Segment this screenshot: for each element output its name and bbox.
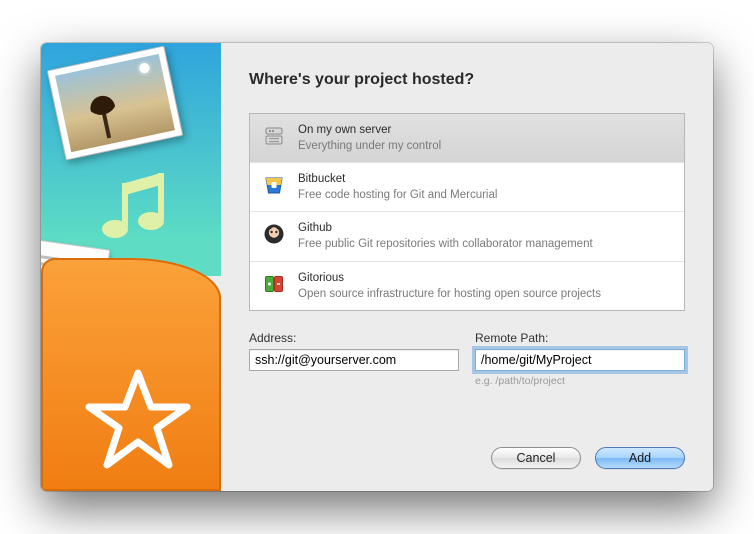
remote-path-input[interactable]: [475, 349, 685, 371]
music-note-icon: [99, 165, 199, 255]
sidebar-artwork: [41, 43, 221, 491]
remote-path-label: Remote Path:: [475, 331, 685, 345]
dialog-button-row: Cancel Add: [249, 429, 685, 469]
remote-path-hint: e.g. /path/to/project: [475, 375, 685, 387]
host-option-own-server[interactable]: On my own server Everything under my con…: [250, 114, 684, 163]
host-option-subtitle: Everything under my control: [298, 138, 441, 154]
star-icon: [83, 367, 193, 477]
host-option-bitbucket[interactable]: Bitbucket Free code hosting for Git and …: [250, 163, 684, 212]
host-option-github[interactable]: Github Free public Git repositories with…: [250, 212, 684, 261]
host-option-subtitle: Open source infrastructure for hosting o…: [298, 286, 601, 302]
host-option-gitorious[interactable]: Gitorious Open source infrastructure for…: [250, 262, 684, 310]
host-option-title: Github: [298, 220, 593, 236]
server-icon: [262, 124, 286, 148]
address-label: Address:: [249, 331, 459, 345]
github-icon: [262, 222, 286, 246]
add-button[interactable]: Add: [595, 447, 685, 469]
address-input[interactable]: [249, 349, 459, 371]
host-option-title: Bitbucket: [298, 171, 497, 187]
host-option-subtitle: Free code hosting for Git and Mercurial: [298, 187, 497, 203]
dialog-window: Where's your project hosted? On my own s…: [41, 43, 713, 491]
hosting-options-list: On my own server Everything under my con…: [249, 113, 685, 311]
host-option-title: Gitorious: [298, 270, 601, 286]
bitbucket-icon: [262, 173, 286, 197]
host-option-subtitle: Free public Git repositories with collab…: [298, 236, 593, 252]
address-form-row: Address: Remote Path: e.g. /path/to/proj…: [249, 331, 685, 387]
content-pane: Where's your project hosted? On my own s…: [221, 43, 713, 491]
dialog-title: Where's your project hosted?: [249, 71, 685, 89]
host-option-title: On my own server: [298, 122, 441, 138]
gitorious-icon: [262, 272, 286, 296]
cancel-button[interactable]: Cancel: [491, 447, 581, 469]
